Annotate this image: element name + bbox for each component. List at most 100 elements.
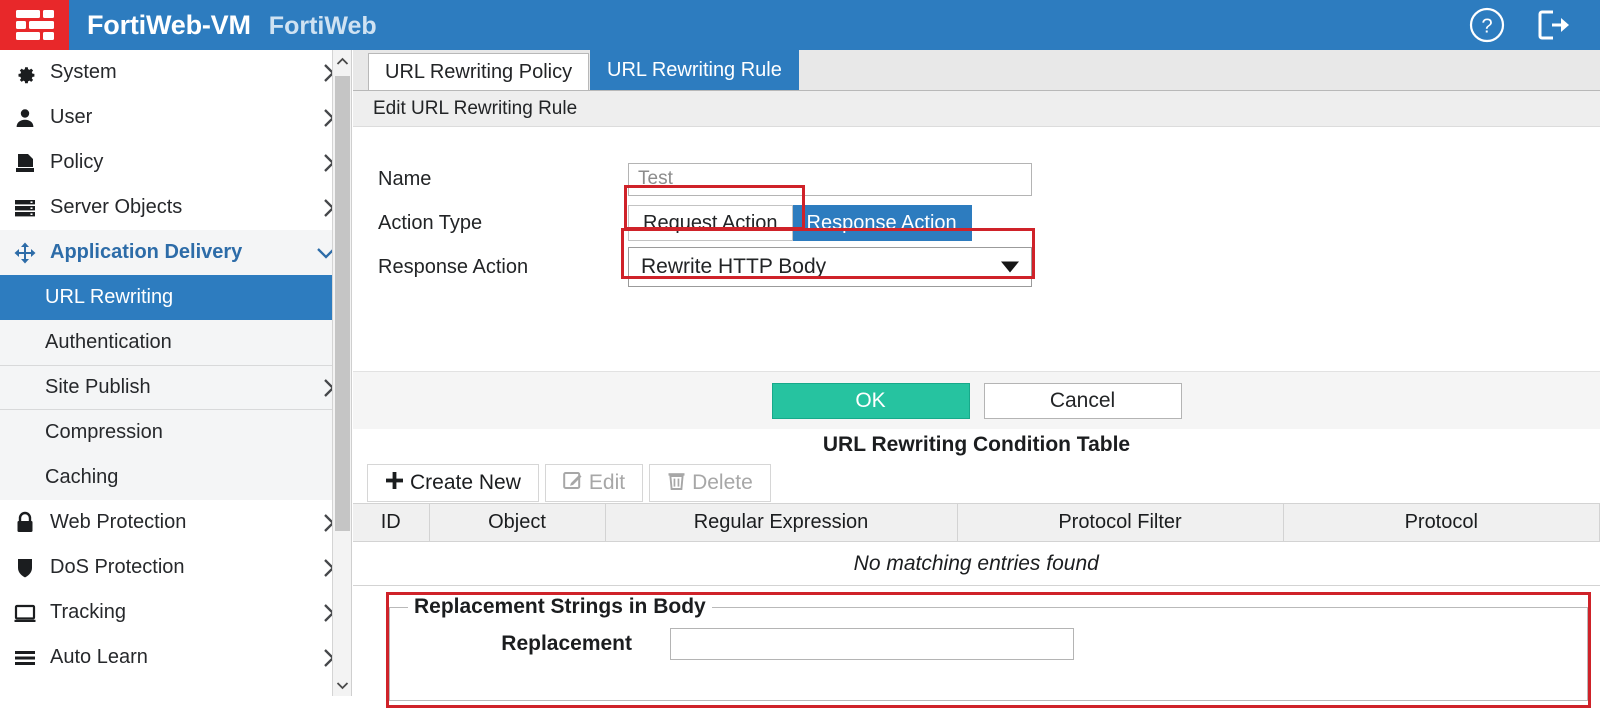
replacement-input[interactable] [670,628,1074,660]
sidebar-item-label: DoS Protection [50,556,185,578]
response-action-option[interactable]: Response Action [792,205,972,241]
lines-icon [13,646,43,670]
toolbar-button-label: Create New [410,471,521,494]
policy-document-icon [13,151,43,175]
tab-url-rewriting-policy[interactable]: URL Rewriting Policy [368,53,590,90]
brand-titles: FortiWeb-VM FortiWeb [87,10,377,41]
response-action-selected-value: Rewrite HTTP Body [641,255,827,278]
sidebar-item-tracking[interactable]: Tracking [0,590,351,635]
sidebar-item-label: User [50,106,93,128]
product-subtitle: FortiWeb [268,11,377,40]
form-row-name: Name [353,157,1600,201]
scroll-up-arrow-icon[interactable] [333,50,351,72]
column-header-object[interactable]: Object [429,503,606,542]
form-row-action-type: Action Type Request Action Response Acti… [353,201,1600,245]
request-action-option[interactable]: Request Action [628,205,793,241]
table-header-row: ID Object Regular Expression Protocol Fi… [353,503,1600,542]
sidebar-navigation: System User Policy Server Objects Applic… [0,50,352,696]
page-title: Edit URL Rewriting Rule [353,91,1600,127]
scroll-down-arrow-icon[interactable] [333,674,351,696]
sidebar-item-user[interactable]: User [0,95,351,140]
column-header-protocol-filter[interactable]: Protocol Filter [957,503,1284,542]
sidebar-item-label: Web Protection [50,511,187,533]
sidebar-item-label: Policy [50,151,104,173]
response-action-select[interactable]: Rewrite HTTP Body [628,247,1032,287]
replacement-strings-fieldset: Replacement Strings in Body Replacement [389,595,1588,701]
sidebar-item-system[interactable]: System [0,50,351,95]
sidebar-item-auto-learn[interactable]: Auto Learn [0,635,351,680]
condition-table-title: URL Rewriting Condition Table [353,429,1600,463]
sidebar-item-web-protection[interactable]: Web Protection [0,500,351,545]
cancel-button[interactable]: Cancel [983,382,1182,419]
lock-icon [13,511,43,535]
sidebar-item-application-delivery[interactable]: Application Delivery [0,230,351,275]
sidebar-item-site-publish[interactable]: Site Publish [0,365,351,410]
condition-table-toolbar: Create New Edit Delete [353,463,1600,503]
name-label: Name [378,167,432,190]
gear-icon [13,61,43,85]
sidebar-item-label: Authentication [45,331,172,353]
ok-button[interactable]: OK [771,382,970,419]
table-empty-row: No matching entries found [353,541,1600,586]
edit-rule-form: Name Action Type Request Action Response… [353,127,1600,371]
form-row-response-action: Response Action Rewrite HTTP Body [353,245,1600,289]
sidebar-item-label: URL Rewriting [45,286,174,308]
toolbar-button-label: Delete [692,471,753,494]
edit-button[interactable]: Edit [544,464,644,502]
condition-table: ID Object Regular Expression Protocol Fi… [353,503,1600,586]
sidebar-item-compression[interactable]: Compression [0,410,351,455]
sidebar-item-authentication[interactable]: Authentication [0,320,351,365]
name-input[interactable] [628,162,1032,196]
sidebar-item-label: Auto Learn [50,646,148,668]
help-circle-icon[interactable]: ? [1468,6,1506,44]
svg-text:?: ? [1481,16,1492,38]
move-arrows-icon [13,241,43,265]
sidebar-item-dos-protection[interactable]: DoS Protection [0,545,351,590]
logout-icon[interactable] [1536,8,1572,42]
create-new-button[interactable]: Create New [367,464,539,502]
sidebar-item-policy[interactable]: Policy [0,140,351,185]
sidebar-item-label: Server Objects [50,196,183,218]
top-header-bar: FortiWeb-VM FortiWeb ? [0,0,1600,50]
form-action-buttons: OK Cancel [353,371,1600,429]
header-actions: ? [1468,6,1600,44]
replacement-label: Replacement [501,632,632,655]
column-header-id[interactable]: ID [353,503,430,542]
user-icon [13,106,43,130]
empty-message: No matching entries found [353,541,1600,586]
tab-label: URL Rewriting Rule [607,59,782,81]
sidebar-item-label: System [50,61,117,83]
sidebar-item-label: Tracking [50,601,126,623]
sidebar-item-server-objects[interactable]: Server Objects [0,185,351,230]
sidebar-item-caching[interactable]: Caching [0,455,351,500]
sidebar-item-label: Site Publish [45,376,151,398]
column-header-protocol[interactable]: Protocol [1283,503,1600,542]
sidebar-item-label: Compression [45,421,163,443]
toolbar-button-label: Edit [588,471,626,494]
sidebar-item-label: Caching [45,466,119,488]
tab-label: URL Rewriting Policy [385,60,573,83]
edit-pencil-icon [563,470,583,496]
response-action-label: Response Action [378,255,529,278]
trash-icon [667,470,686,496]
main-content-pane: URL Rewriting Policy URL Rewriting Rule … [353,50,1600,708]
sidebar-item-label: Application Delivery [50,241,243,263]
tab-url-rewriting-rule[interactable]: URL Rewriting Rule [590,50,799,90]
replacement-row: Replacement [390,619,1587,660]
replacement-strings-legend: Replacement Strings in Body [414,595,706,618]
product-name: FortiWeb-VM [87,9,251,40]
fortinet-grid-logo-icon [0,0,69,50]
tab-strip: URL Rewriting Policy URL Rewriting Rule [353,50,1600,91]
monitor-icon [13,601,43,625]
sidebar-scrollbar-thumb[interactable] [335,76,350,531]
delete-button[interactable]: Delete [649,464,771,502]
server-stack-icon [13,196,43,220]
column-header-regular-expression[interactable]: Regular Expression [605,503,958,542]
action-type-label: Action Type [378,211,483,234]
shield-icon [13,556,43,580]
sidebar-item-url-rewriting[interactable]: URL Rewriting [0,275,351,320]
action-type-segmented-control: Request Action Response Action [628,205,972,241]
plus-icon [385,471,404,496]
replacement-strings-section: Replacement Strings in Body Replacement [386,592,1591,708]
sidebar-scrollbar[interactable] [332,50,351,696]
